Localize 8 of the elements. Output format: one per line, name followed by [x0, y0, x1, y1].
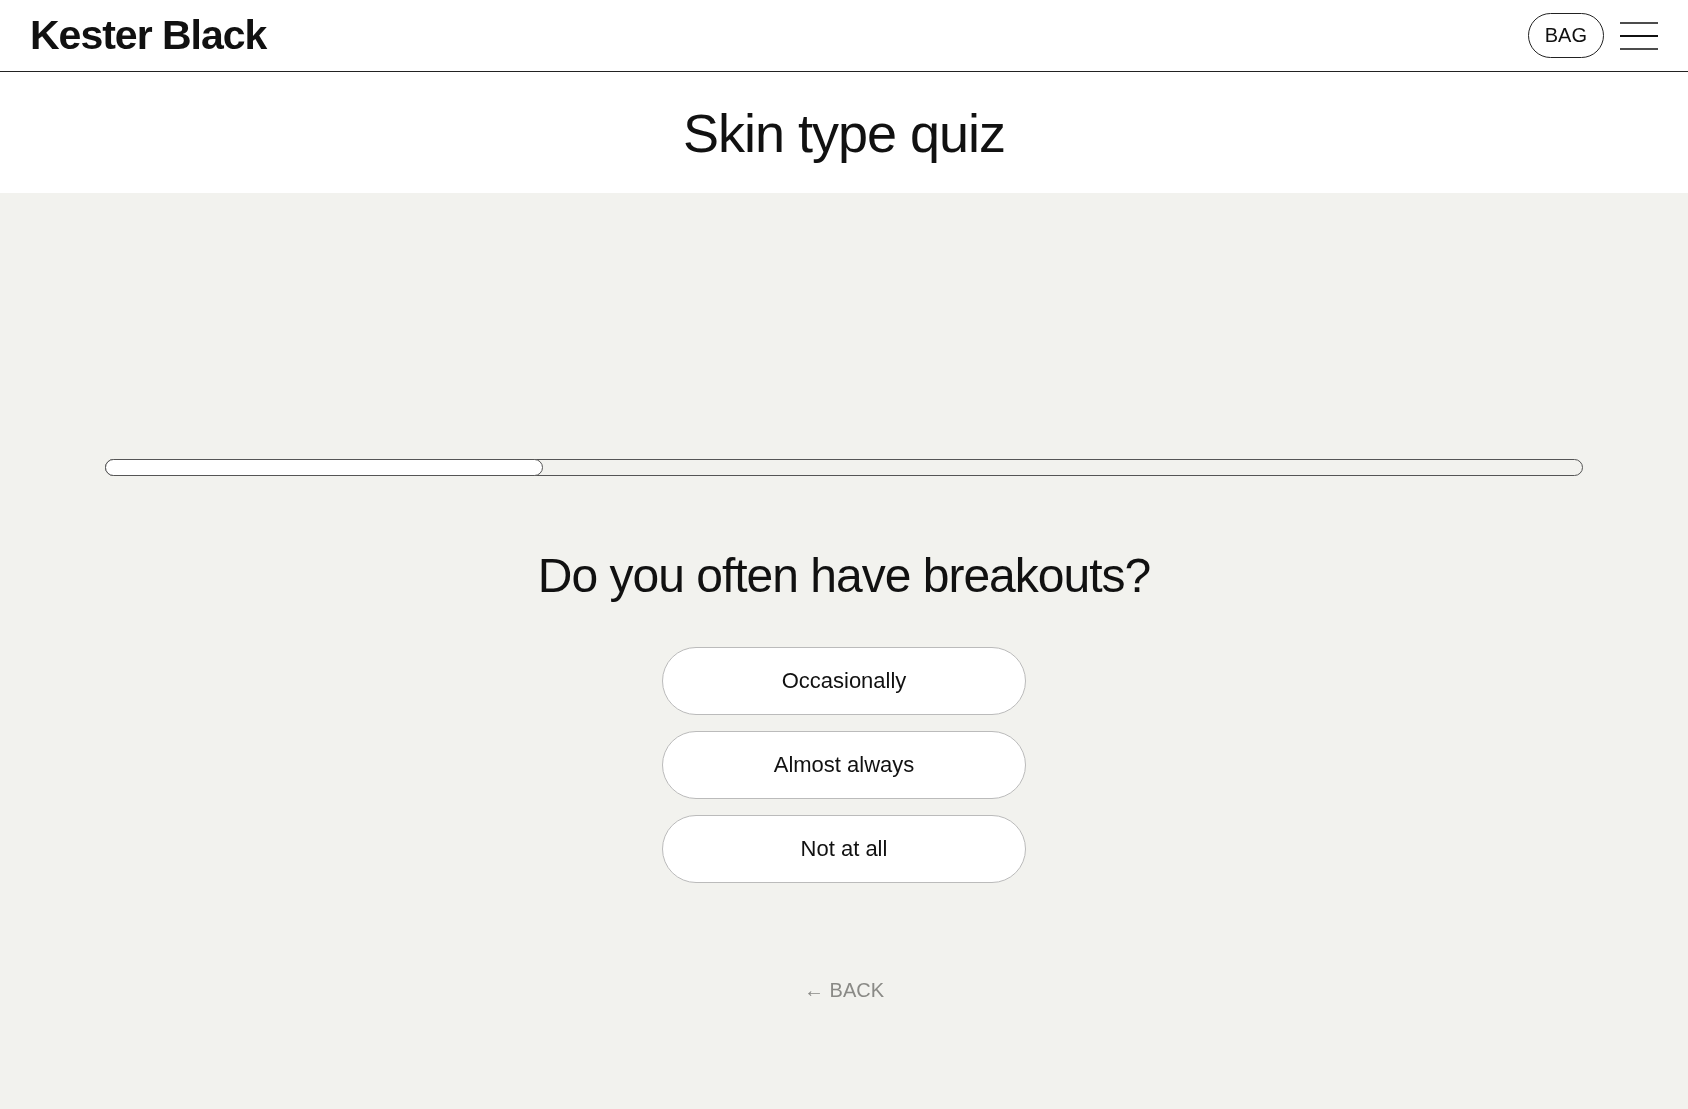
logo[interactable]: Kester Black [30, 12, 267, 59]
answer-button[interactable]: Occasionally [662, 647, 1026, 715]
question: Do you often have breakouts? [537, 548, 1151, 603]
answer-button[interactable]: Not at all [662, 815, 1026, 883]
menu-icon[interactable] [1620, 20, 1658, 51]
answer-button[interactable]: Almost always [662, 731, 1026, 799]
page-title: Skin type quiz [682, 101, 1006, 164]
bag-button[interactable]: BAG [1527, 13, 1604, 58]
